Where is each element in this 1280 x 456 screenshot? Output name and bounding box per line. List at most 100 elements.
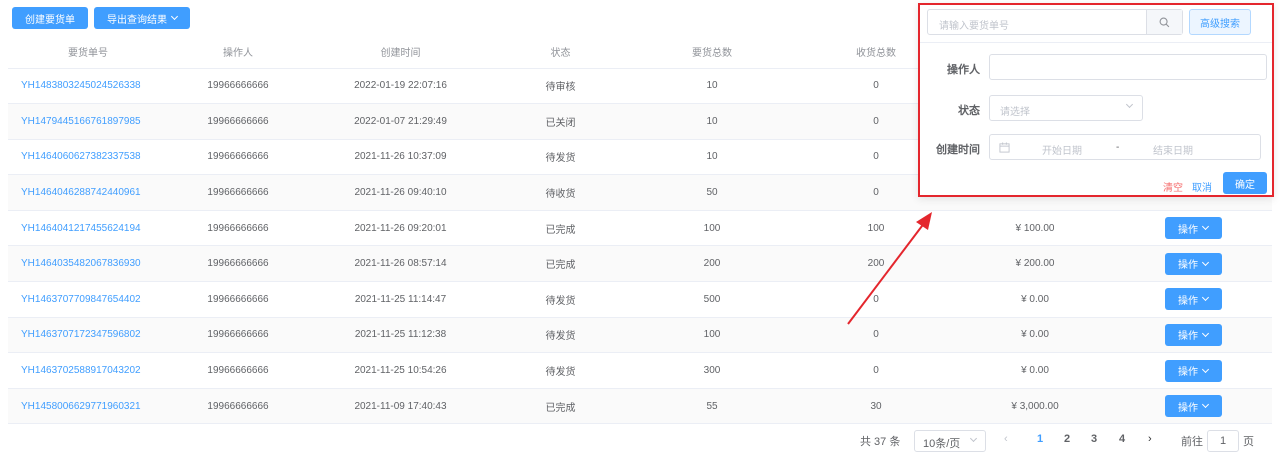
page-3[interactable]: 3 [1084, 433, 1104, 445]
row-action-button[interactable]: 操作 [1164, 395, 1222, 418]
range-separator: - [1116, 142, 1120, 153]
order-id-link[interactable]: YH1464046288742440961 [8, 174, 168, 211]
amount-cell: ¥ 3,000.00 [956, 388, 1114, 425]
operator-cell: 19966666666 [168, 317, 308, 354]
received-total-cell: 0 [796, 317, 956, 354]
clear-button[interactable]: 清空 [1163, 179, 1183, 194]
order-id-link[interactable]: YH1458006629771960321 [8, 388, 168, 425]
search-placeholder: 请输入要货单号 [939, 21, 1009, 32]
export-results-button[interactable]: 导出查询结果 [94, 7, 190, 29]
status-cell: 已完成 [493, 388, 628, 425]
table-row: YH1464035482067836930 19966666666 2021-11-… [8, 245, 1272, 283]
requested-total-cell: 300 [628, 352, 796, 389]
operator-input[interactable] [989, 54, 1267, 80]
received-total-cell: 30 [796, 388, 956, 425]
advanced-search-button[interactable]: 高级搜索 [1189, 9, 1251, 35]
requested-total-cell: 200 [628, 245, 796, 283]
order-search-input[interactable]: 请输入要货单号 [927, 9, 1183, 35]
created-time-label: 创建时间 [936, 144, 980, 156]
status-select[interactable]: 请选择 [989, 95, 1143, 121]
chevron-down-icon [1201, 329, 1210, 337]
order-id-link[interactable]: YH1464060627382337538 [8, 139, 168, 176]
table-row: YH1463707172347596802 19966666666 2021-11-… [8, 317, 1272, 354]
chevron-down-icon [969, 434, 978, 443]
requested-total-cell: 10 [628, 103, 796, 140]
requested-total-cell: 50 [628, 174, 796, 211]
order-id-link[interactable]: YH1463707709847654402 [8, 281, 168, 318]
status-cell: 待发货 [493, 139, 628, 176]
confirm-button[interactable]: 确定 [1223, 172, 1267, 194]
page-size-select[interactable]: 10条/页 [914, 430, 986, 452]
prev-page-icon[interactable]: ‹ [1004, 433, 1008, 445]
row-action-button[interactable]: 操作 [1164, 217, 1222, 240]
actions-cell: 操作 [1114, 245, 1272, 283]
row-action-button[interactable]: 操作 [1164, 359, 1222, 382]
row-action-button[interactable]: 操作 [1164, 252, 1222, 275]
chevron-down-icon [1201, 401, 1210, 409]
order-id-link[interactable]: YH1483803245024526338 [8, 68, 168, 105]
received-total-cell: 200 [796, 245, 956, 283]
start-date-placeholder: 开始日期 [1042, 146, 1082, 157]
order-id-link[interactable]: YH1463702588917043202 [8, 352, 168, 389]
operator-label: 操作人 [947, 64, 980, 76]
goto-page-input[interactable]: 1 [1207, 430, 1239, 452]
requested-total-cell: 10 [628, 68, 796, 105]
page-1[interactable]: 1 [1030, 433, 1050, 445]
pagination: 共 37 条 10条/页 ‹ 1 2 3 4 › 前往 1 页 [0, 428, 1280, 452]
create-order-button[interactable]: 创建要货单 [12, 7, 88, 29]
amount-cell: ¥ 100.00 [956, 210, 1114, 247]
status-placeholder: 请选择 [1000, 107, 1030, 118]
next-page-icon[interactable]: › [1148, 433, 1152, 445]
chevron-down-icon [1125, 100, 1134, 109]
search-button[interactable] [1146, 10, 1182, 34]
status-cell: 已完成 [493, 245, 628, 283]
page-2[interactable]: 2 [1057, 433, 1077, 445]
actions-cell: 操作 [1114, 317, 1272, 354]
row-action-label: 操作 [1178, 295, 1198, 307]
status-label: 状态 [958, 105, 980, 117]
created-time-cell: 2022-01-07 21:29:49 [308, 103, 493, 140]
amount-cell: ¥ 0.00 [956, 281, 1114, 318]
operator-cell: 19966666666 [168, 139, 308, 176]
page-4[interactable]: 4 [1112, 433, 1132, 445]
received-total-cell: 100 [796, 210, 956, 247]
chevron-down-icon [1201, 223, 1210, 231]
operator-cell: 19966666666 [168, 352, 308, 389]
order-id-link[interactable]: YH1464035482067836930 [8, 245, 168, 283]
operator-cell: 19966666666 [168, 103, 308, 140]
cancel-button[interactable]: 取消 [1192, 179, 1212, 194]
actions-cell: 操作 [1114, 352, 1272, 389]
panel-divider [920, 42, 1272, 43]
status-cell: 待收货 [493, 174, 628, 211]
amount-cell: ¥ 0.00 [956, 352, 1114, 389]
col-header-order-id: 要货单号 [8, 36, 168, 69]
chevron-down-icon [1201, 365, 1210, 373]
table-row: YH1463702588917043202 19966666666 2021-11-… [8, 352, 1272, 389]
created-time-cell: 2022-01-19 22:07:16 [308, 68, 493, 105]
date-range-picker[interactable]: 开始日期 - 结束日期 [989, 134, 1261, 160]
row-action-label: 操作 [1178, 402, 1198, 414]
end-date-placeholder: 结束日期 [1153, 146, 1193, 157]
order-id-link[interactable]: YH1463707172347596802 [8, 317, 168, 354]
created-time-cell: 2021-11-26 09:40:10 [308, 174, 493, 211]
order-id-link[interactable]: YH1464041217455624194 [8, 210, 168, 247]
created-time-cell: 2021-11-26 10:37:09 [308, 139, 493, 176]
requested-total-cell: 500 [628, 281, 796, 318]
row-action-button[interactable]: 操作 [1164, 323, 1222, 346]
amount-cell: ¥ 200.00 [956, 245, 1114, 283]
create-order-label: 创建要货单 [25, 14, 75, 26]
col-header-operator: 操作人 [168, 36, 308, 69]
status-cell: 待发货 [493, 317, 628, 354]
row-action-button[interactable]: 操作 [1164, 288, 1222, 311]
created-time-cell: 2021-11-09 17:40:43 [308, 388, 493, 425]
created-time-cell: 2021-11-26 09:20:01 [308, 210, 493, 247]
received-total-cell: 0 [796, 352, 956, 389]
table-row: YH1463707709847654402 19966666666 2021-11-… [8, 281, 1272, 318]
page-size-value: 10条/页 [923, 438, 961, 450]
row-action-label: 操作 [1178, 367, 1198, 379]
order-id-link[interactable]: YH1479445166761897985 [8, 103, 168, 140]
goto-label: 前往 [1181, 436, 1203, 448]
search-icon [1159, 17, 1170, 27]
row-action-label: 操作 [1178, 260, 1198, 272]
status-cell: 待审核 [493, 68, 628, 105]
